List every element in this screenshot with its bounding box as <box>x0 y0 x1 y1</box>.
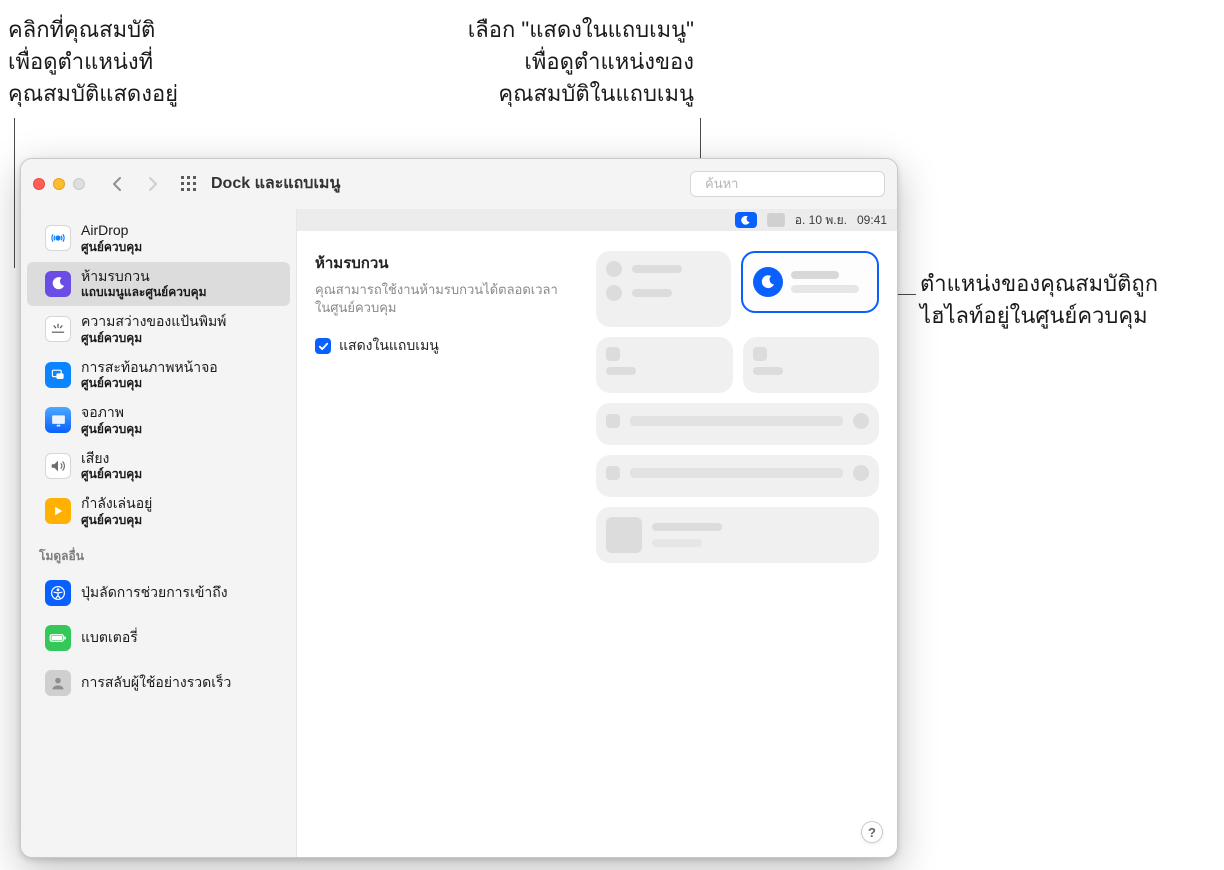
cc-module-placeholder <box>743 337 880 393</box>
search-field[interactable] <box>690 171 885 197</box>
content-pane: อ. 10 พ.ย. 09:41 ห้ามรบกวน คุณสามารถใช้ง… <box>296 209 897 857</box>
sidebar-section-label: โมดูลอื่น <box>21 535 296 570</box>
screen-mirroring-icon <box>45 362 71 388</box>
sidebar-item-sublabel: ศูนย์ควบคุม <box>81 467 142 482</box>
sidebar-item-label: จอภาพ <box>81 404 142 422</box>
search-input[interactable] <box>705 176 881 191</box>
preferences-window: Dock และแถบเมนู AirDrop ศูนย์ควบคุม <box>20 158 898 858</box>
sidebar-item-airdrop[interactable]: AirDrop ศูนย์ควบคุม <box>27 216 290 261</box>
cc-module-dnd-highlighted <box>741 251 880 313</box>
sidebar-item-sound[interactable]: เสียง ศูนย์ควบคุม <box>27 444 290 489</box>
show-all-button[interactable] <box>175 170 203 198</box>
menu-bar-date: อ. 10 พ.ย. <box>795 211 847 230</box>
checkbox-icon <box>315 338 331 354</box>
airdrop-icon <box>45 225 71 251</box>
sidebar-item-display[interactable]: จอภาพ ศูนย์ควบคุม <box>27 398 290 443</box>
close-button[interactable] <box>33 178 45 190</box>
annotation-right: ตำแหน่งของคุณสมบัติถูก ไฮไลท์อยู่ในศูนย์… <box>920 268 1158 332</box>
sidebar-item-label: แบตเตอรี่ <box>81 627 138 649</box>
annotation-left-line <box>14 118 15 268</box>
sidebar-item-label: การสลับผู้ใช้อย่างรวดเร็ว <box>81 672 231 694</box>
window-toolbar: Dock และแถบเมนู <box>21 159 897 209</box>
sidebar-item-label: AirDrop <box>81 222 142 240</box>
sidebar-item-dnd[interactable]: ห้ามรบกวน แถบเมนูและศูนย์ควบคุม <box>27 262 290 307</box>
show-in-menu-bar-checkbox[interactable]: แสดงในแถบเมนู <box>315 335 578 357</box>
sidebar-item-sublabel: แถบเมนูและศูนย์ควบคุม <box>81 285 207 300</box>
annotation-top: เลือก "แสดงในแถบเมนู" เพื่อดูตำแหน่งของ … <box>394 14 694 110</box>
sidebar-item-sublabel: ศูนย์ควบคุม <box>81 422 142 437</box>
zoom-button[interactable] <box>73 178 85 190</box>
battery-icon <box>45 625 71 651</box>
settings-title: ห้ามรบกวน <box>315 251 578 275</box>
accessibility-icon <box>45 580 71 606</box>
menu-bar-time: 09:41 <box>857 213 887 227</box>
user-icon <box>45 670 71 696</box>
settings-description: คุณสามารถใช้งานห้ามรบกวนได้ตลอดเวลาในศูน… <box>315 281 565 317</box>
sidebar-item-label: กำลังเล่นอยู่ <box>81 495 152 513</box>
sidebar-item-fast-user-switching[interactable]: การสลับผู้ใช้อย่างรวดเร็ว <box>27 661 290 705</box>
cc-module-placeholder <box>596 251 731 327</box>
sidebar-item-now-playing[interactable]: กำลังเล่นอยู่ ศูนย์ควบคุม <box>27 489 290 534</box>
display-icon <box>45 407 71 433</box>
cc-module-placeholder <box>596 455 879 497</box>
moon-icon <box>45 271 71 297</box>
menu-bar-preview: อ. 10 พ.ย. 09:41 <box>297 209 897 231</box>
forward-button[interactable] <box>139 170 167 198</box>
sidebar-item-label: การสะท้อนภาพหน้าจอ <box>81 359 218 377</box>
sidebar-item-sublabel: ศูนย์ควบคุม <box>81 331 226 346</box>
cc-module-placeholder <box>596 507 879 563</box>
back-button[interactable] <box>103 170 131 198</box>
play-icon <box>45 498 71 524</box>
sidebar-item-label: เสียง <box>81 450 142 468</box>
annotation-left: คลิกที่คุณสมบัติ เพื่อดูตำแหน่งที่ คุณสม… <box>8 14 178 110</box>
window-title: Dock และแถบเมนู <box>211 171 340 196</box>
sidebar-item-battery[interactable]: แบตเตอรี่ <box>27 616 290 660</box>
sidebar-item-screen-mirroring[interactable]: การสะท้อนภาพหน้าจอ ศูนย์ควบคุม <box>27 353 290 398</box>
sidebar-item-label: ความสว่างของแป้นพิมพ์ <box>81 313 226 331</box>
sidebar-item-sublabel: ศูนย์ควบคุม <box>81 376 218 391</box>
checkbox-label: แสดงในแถบเมนู <box>339 335 439 357</box>
menu-bar-dnd-icon <box>735 212 757 228</box>
sidebar-item-label: ห้ามรบกวน <box>81 268 207 286</box>
sidebar-item-sublabel: ศูนย์ควบคุม <box>81 240 142 255</box>
window-traffic-lights <box>33 178 85 190</box>
sidebar: AirDrop ศูนย์ควบคุม ห้ามรบกวน แถบเมนูและ… <box>21 209 296 857</box>
sound-icon <box>45 453 71 479</box>
sidebar-item-keyboard-brightness[interactable]: ความสว่างของแป้นพิมพ์ ศูนย์ควบคุม <box>27 307 290 352</box>
sidebar-item-label: ปุ่มลัดการช่วยการเข้าถึง <box>81 582 228 604</box>
cc-module-placeholder <box>596 403 879 445</box>
moon-icon <box>753 267 783 297</box>
control-center-preview <box>596 251 879 563</box>
keyboard-brightness-icon <box>45 316 71 342</box>
minimize-button[interactable] <box>53 178 65 190</box>
sidebar-item-accessibility[interactable]: ปุ่มลัดการช่วยการเข้าถึง <box>27 571 290 615</box>
sidebar-item-sublabel: ศูนย์ควบคุม <box>81 513 152 528</box>
cc-module-placeholder <box>596 337 733 393</box>
menu-bar-control-center-icon <box>767 213 785 227</box>
help-button[interactable]: ? <box>861 821 883 843</box>
